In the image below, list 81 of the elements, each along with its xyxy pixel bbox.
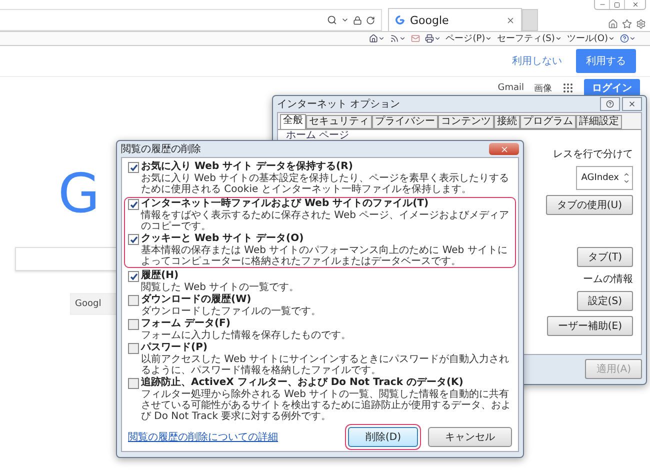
- header-link[interactable]: Gmail: [498, 83, 524, 93]
- caret-icon[interactable]: [341, 16, 349, 24]
- option-label: パスワード(P): [141, 342, 208, 354]
- star-icon[interactable]: [622, 19, 632, 29]
- browser-tab[interactable]: Google: [388, 8, 522, 31]
- option-description: ダウンロードしたファイルの一覧です。: [141, 306, 322, 317]
- tab[interactable]: 接続: [494, 115, 520, 129]
- push-button[interactable]: タブの使用(U): [546, 195, 633, 215]
- option-description: 情報をすばやく表示するために保存された Web ページ、イメージおよびメディアのコピーです。: [141, 210, 510, 232]
- tab[interactable]: プライバシー: [372, 115, 438, 129]
- hint-text: レスを行で分けて: [553, 148, 633, 161]
- search-icon[interactable]: [327, 15, 337, 25]
- window-title: インターネット オプション: [277, 98, 402, 111]
- apps-icon[interactable]: [562, 82, 574, 94]
- push-button[interactable]: 設定(S): [576, 291, 633, 311]
- section-label: ームの情報: [583, 272, 633, 286]
- minimize-icon: [598, 1, 606, 8]
- tab[interactable]: 全般: [280, 114, 306, 129]
- close-icon: [628, 100, 636, 108]
- option-description: フィルター処理から除外される Web サイトの一覧、閲覧した情報を自動的に共有させている可能性があるサイトを検出するために追跡防止が使用するデータ、および Do Not Track 要求に対する例外です。: [141, 389, 512, 422]
- caret-icon: [485, 35, 492, 42]
- details-link[interactable]: 閲覧の履歴の削除についての詳細: [128, 430, 338, 444]
- accept-button[interactable]: 利用する: [576, 49, 636, 73]
- checkbox[interactable]: [128, 343, 139, 354]
- refresh-icon[interactable]: [366, 16, 375, 24]
- maximize-icon: [614, 2, 620, 8]
- option-description: お気に入り Web サイトの基本設定を保持したり、ページを素早く表示したりするために使用される Cookie とインターネット一時ファイルを保持します。: [141, 173, 510, 195]
- logo: G: [58, 167, 100, 221]
- search-button[interactable]: Googl: [70, 293, 118, 315]
- tab[interactable]: 詳細設定: [576, 115, 622, 129]
- push-button[interactable]: タブ(T): [577, 247, 633, 267]
- option-label: 追跡防止、ActiveX フィルター、および Do Not Track のデータ(K): [141, 377, 464, 388]
- close-tab-icon[interactable]: [506, 16, 515, 24]
- close-button[interactable]: [489, 143, 519, 155]
- checkbox[interactable]: [128, 271, 139, 282]
- option-description: 以前アクセスした Web サイトにサインインするときにパスワードが自動入力されるように、パスワード情報を格納したファイルです。: [141, 354, 510, 376]
- menu-button[interactable]: セーフティ(S): [497, 32, 562, 45]
- caret-icon: [554, 35, 562, 42]
- cancel-button[interactable]: キャンセル: [428, 427, 512, 447]
- option-label: お気に入り Web サイト データを保持する(R): [141, 161, 354, 172]
- option-label: 履歴(H): [141, 270, 180, 282]
- option-description: 基本情報の保存または Web サイトのパフォーマンス向上のために Web サイトによってコンピューターに格納されたファイルまたはデータベースです。: [141, 245, 508, 267]
- close-icon: [500, 144, 508, 154]
- checkbox[interactable]: [128, 162, 139, 173]
- google-g-icon: [395, 15, 405, 25]
- header-link[interactable]: 画像: [534, 82, 552, 94]
- close-icon: [632, 1, 638, 8]
- option-label: ダウンロードの履歴(W): [141, 294, 252, 306]
- tab[interactable]: セキュリティ: [306, 115, 372, 129]
- help-menu-icon[interactable]: [620, 34, 636, 43]
- tab[interactable]: コンテンツ: [438, 115, 494, 129]
- home-page-field[interactable]: AGIndex: [576, 166, 633, 190]
- option-label: クッキーと Web サイト データ(O): [141, 233, 305, 244]
- push-button[interactable]: ーザー補助(E): [546, 316, 633, 336]
- delete-button[interactable]: 削除(D): [348, 427, 418, 447]
- tab[interactable]: プログラム: [520, 115, 576, 129]
- checkbox[interactable]: [128, 234, 139, 245]
- help-button[interactable]: [600, 97, 620, 111]
- option-label: インターネット一時ファイルおよび Web サイトのファイル(T): [141, 198, 430, 210]
- checkbox[interactable]: [128, 319, 139, 330]
- decline-link[interactable]: 利用しない: [512, 54, 562, 68]
- lock-icon: [353, 16, 362, 24]
- menu-button[interactable]: ツール(O): [566, 32, 615, 45]
- option-label: フォーム データ(F): [141, 318, 232, 330]
- checkbox[interactable]: [128, 378, 139, 389]
- home-icon[interactable]: [608, 19, 618, 29]
- section-label: ホーム ページ: [286, 130, 350, 142]
- mail-icon[interactable]: [410, 34, 420, 43]
- tab-title: Google: [410, 14, 450, 26]
- checkbox[interactable]: [128, 295, 139, 306]
- print-menu-icon[interactable]: [424, 34, 441, 43]
- option-description: フォームに入力した情報を保存したものです。: [141, 330, 352, 341]
- home-menu-icon[interactable]: [368, 34, 385, 43]
- menu-button[interactable]: ページ(P): [446, 32, 492, 45]
- feed-menu-icon[interactable]: [390, 34, 406, 43]
- caret-icon: [608, 35, 615, 42]
- checkbox[interactable]: [128, 199, 139, 210]
- help-icon: [606, 100, 614, 108]
- option-description: 閲覧した Web サイトの一覧です。: [141, 282, 300, 293]
- dialog-title: 閲覧の履歴の削除: [121, 142, 202, 156]
- settings-icon[interactable]: [636, 19, 646, 29]
